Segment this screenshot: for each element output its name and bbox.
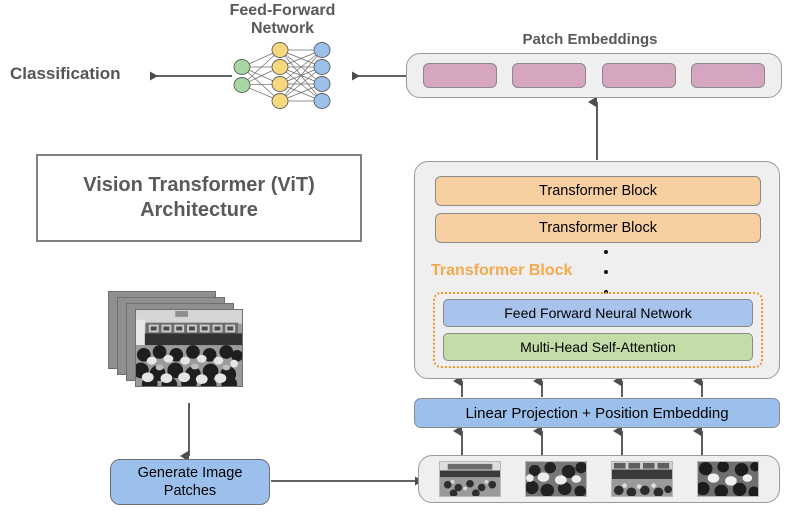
diagram-title-line1: Vision Transformer (ViT) [83,174,315,196]
expanded-transformer-block-group: Feed Forward Neural Network Multi-Head S… [433,292,763,368]
patch-embedding-chip [601,63,676,88]
ellipsis-dots [601,250,611,294]
feed-forward-network-graph [233,42,331,109]
ffn-input-nodes [233,59,251,93]
expanded-block-caption: Transformer Block [431,262,573,279]
patch-embedding-chip [691,63,766,88]
image-patches-container [418,455,780,503]
generate-image-patches-box: Generate Image Patches [110,459,270,505]
linear-projection-box: Linear Projection + Position Embedding [414,398,780,428]
patch-embeddings-title: Patch Embeddings [522,31,658,48]
ffn-output-nodes [313,42,331,109]
patch-embedding-chip [422,63,497,88]
ellipsis-dot [604,250,608,254]
diagram-title-text: Vision Transformer (ViT) Architecture [83,173,315,223]
diagram-title-box: Vision Transformer (ViT) Architecture [36,154,362,242]
patch-embedding-chip [512,63,587,88]
transformer-stack-container: Transformer Block Transformer Block Tran… [414,161,780,379]
image-patch [525,461,587,497]
feed-forward-network-title: Feed-Forward Network [210,2,355,39]
patch-embeddings-container [406,53,782,98]
ffn-title-line1: Feed-Forward [229,2,336,19]
generate-patches-line2: Patches [163,483,217,499]
vit-architecture-diagram: Classification Feed-Forward Network Patc… [0,0,789,511]
ffn-title-line2: Network [250,20,315,38]
classification-label: Classification [10,64,121,83]
generate-patches-line1: Generate Image [137,464,243,481]
ellipsis-dot [604,270,608,274]
diagram-title-line2: Architecture [140,199,258,221]
ffn-hidden-nodes [271,42,289,109]
transformer-block-2: Transformer Block [435,213,761,243]
transformer-block-1: Transformer Block [435,176,761,206]
image-patches-row [419,456,779,502]
image-patch [611,461,673,497]
source-image-stack [108,291,260,403]
source-image-front [135,309,243,387]
image-patch [697,461,759,497]
patch-embeddings-row [407,54,781,97]
multi-head-self-attention-box: Multi-Head Self-Attention [443,333,753,361]
generate-patches-text: Generate Image Patches [138,464,243,500]
feed-forward-neural-network-box: Feed Forward Neural Network [443,299,753,327]
image-patch [439,461,501,497]
